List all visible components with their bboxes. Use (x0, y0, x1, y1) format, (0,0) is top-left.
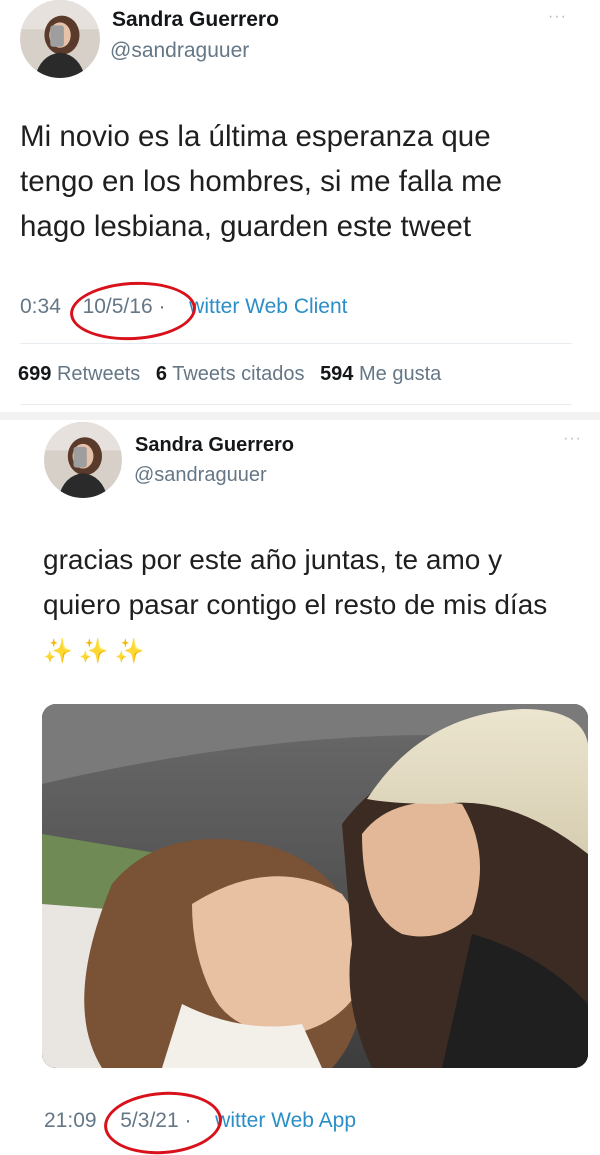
author-avatar[interactable] (20, 0, 100, 78)
author-handle[interactable]: @sandraguuer (110, 39, 249, 63)
likes-stat[interactable]: 594 Me gusta (320, 363, 441, 385)
likes-count: 594 (320, 363, 354, 385)
author-name[interactable]: Sandra Guerrero (112, 8, 279, 32)
meta-separator: · (184, 1109, 192, 1132)
stats-divider-top (20, 343, 572, 344)
tweet-text-content: gracias por este año juntas, te amo y qu… (43, 544, 548, 620)
couple-photo-illustration (42, 704, 588, 1068)
likes-label: Me gusta (359, 363, 442, 385)
tweet-time: 0:34 (20, 295, 61, 318)
tweet-date[interactable]: 5/3/21 (120, 1109, 178, 1132)
avatar-photo (45, 422, 121, 498)
meta-separator: · (158, 295, 166, 318)
tweet-source-link[interactable]: witter Web Client (189, 295, 347, 318)
tweet-media-photo[interactable] (42, 704, 588, 1068)
retweets-count: 699 (18, 363, 52, 385)
tweet-source-link[interactable]: witter Web App (215, 1109, 356, 1132)
tweet-stats: 699 Retweets 6 Tweets citados 594 Me gus… (18, 363, 451, 386)
quotes-label: Tweets citados (172, 363, 305, 385)
author-handle[interactable]: @sandraguuer (134, 464, 267, 487)
more-options-icon[interactable]: ··· (563, 430, 582, 448)
tweet-card-1: Sandra Guerrero @sandraguuer ··· Mi novi… (0, 0, 600, 412)
sparkles-icon: ✨✨✨ (43, 638, 151, 665)
tweet-card-2: Sandra Guerrero @sandraguuer ··· gracias… (0, 412, 600, 1155)
author-name[interactable]: Sandra Guerrero (135, 434, 294, 457)
retweets-label: Retweets (56, 363, 141, 385)
tweet-text: gracias por este año juntas, te amo y qu… (43, 537, 568, 674)
tweet-meta: 0:34 10/5/16 · witter Web Client (20, 295, 348, 319)
quotes-count: 6 (155, 363, 167, 385)
author-avatar[interactable] (44, 422, 122, 498)
more-options-icon[interactable]: ··· (548, 8, 567, 26)
quote-tweets-stat[interactable]: 6 Tweets citados (156, 363, 305, 385)
avatar-photo (21, 0, 99, 78)
tweet-meta: 21:09 5/3/21 · witter Web App (44, 1109, 356, 1133)
stats-divider-bottom (20, 404, 572, 405)
tweet-time: 21:09 (44, 1109, 97, 1132)
tweet-date[interactable]: 10/5/16 (83, 295, 153, 318)
retweets-stat[interactable]: 699 Retweets (18, 363, 140, 385)
tweet-text: Mi novio es la última esperanza que teng… (20, 120, 503, 243)
